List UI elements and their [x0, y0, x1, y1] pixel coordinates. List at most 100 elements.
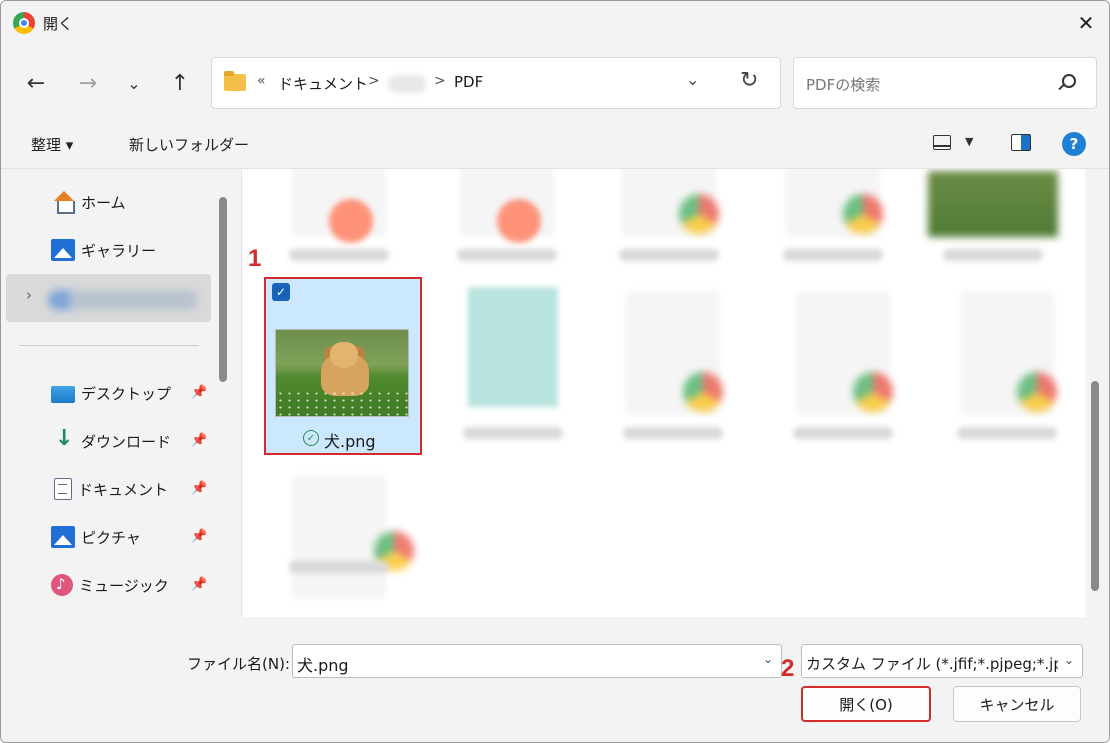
blurred-file-name: [463, 427, 563, 439]
new-folder-button[interactable]: 新しいフォルダー: [129, 134, 249, 155]
filename-input[interactable]: 犬.png ⌄: [292, 644, 782, 678]
breadcrumb-separator[interactable]: >: [368, 73, 380, 89]
pin-icon[interactable]: 📌: [191, 481, 207, 496]
file-thumbnail: [928, 171, 1058, 237]
close-icon: ✕: [1077, 11, 1095, 35]
arrow-up-icon: ↑: [170, 70, 190, 96]
file-thumbnail: [294, 477, 384, 597]
file-tile[interactable]: [594, 169, 744, 275]
sidebar-item-label: ホーム: [81, 193, 126, 212]
sidebar-item-desktop[interactable]: デスクトップ: [51, 378, 171, 408]
blurred-file-name: [783, 249, 883, 261]
help-icon[interactable]: ?: [1062, 132, 1086, 156]
sidebar-item-documents[interactable]: ドキュメント: [51, 474, 168, 504]
file-tile[interactable]: [264, 169, 414, 275]
recent-locations-button[interactable]: ⌄: [117, 67, 151, 99]
sidebar-item-label: デスクトップ: [81, 384, 172, 403]
blurred-file-name: [619, 249, 719, 261]
sidebar-divider: [19, 345, 199, 346]
sidebar-item-label: ミュージック: [79, 576, 169, 595]
file-tile[interactable]: [432, 169, 582, 275]
sidebar-item-onedrive-selected[interactable]: ›: [6, 274, 211, 322]
sidebar-item-gallery[interactable]: ギャラリー: [51, 235, 156, 265]
dog-image-thumbnail: [275, 329, 409, 417]
filetype-value[interactable]: カスタム ファイル (*.jfif;*.pjpeg;*.jpeg;*.pjp;*…: [806, 653, 1058, 674]
filetype-select[interactable]: カスタム ファイル (*.jfif;*.pjpeg;*.jpeg;*.pjp;*…: [801, 644, 1083, 678]
pin-icon[interactable]: 📌: [191, 529, 207, 544]
arrow-left-icon: ←: [26, 70, 46, 96]
chevron-right-icon[interactable]: ›: [26, 286, 32, 304]
refresh-icon[interactable]: ↻: [740, 68, 758, 93]
desktop-icon: [51, 385, 75, 403]
view-dropdown-icon[interactable]: ▼: [965, 135, 973, 148]
forward-button[interactable]: →: [71, 67, 105, 99]
sidebar-item-label: ピクチャ: [81, 528, 141, 547]
pin-icon[interactable]: 📌: [191, 433, 207, 448]
blurred-file-name: [793, 427, 893, 439]
gallery-icon: [51, 239, 75, 261]
step-number-2: 2: [781, 655, 795, 682]
file-tile[interactable]: [598, 277, 748, 453]
dialog-footer: ファイル名(N): 犬.png ⌄ カスタム ファイル (*.jfif;*.pj…: [1, 617, 1109, 742]
view-mode-icon[interactable]: [932, 135, 951, 150]
breadcrumb-overflow[interactable]: «: [257, 73, 266, 89]
file-tile-selected[interactable]: ✓ ✓ 犬.png: [264, 277, 422, 455]
sync-status-icon: ✓: [303, 430, 319, 446]
sidebar-item-label: ダウンロード: [81, 432, 172, 451]
organize-menu[interactable]: 整理 ▾: [31, 134, 73, 155]
breadcrumb-pdf[interactable]: PDF: [454, 73, 483, 91]
step-number-1: 1: [248, 245, 262, 272]
dog-head: [330, 342, 358, 368]
pin-icon[interactable]: 📌: [191, 385, 207, 400]
filename-label: ファイル名(N):: [187, 655, 290, 673]
blurred-account-label: [48, 290, 198, 310]
filename-value[interactable]: 犬.png: [297, 652, 349, 676]
checkbox[interactable]: ✓: [272, 283, 290, 301]
file-tile[interactable]: [918, 169, 1068, 275]
cancel-button[interactable]: キャンセル: [953, 686, 1081, 722]
chrome-icon: [13, 12, 35, 34]
navigation-pane: ホーム ギャラリー › デスクトップ 📌 ダウンロード 📌 ドキュメント 📌: [1, 169, 237, 617]
blurred-file-name: [957, 427, 1057, 439]
breadcrumb-separator[interactable]: >: [434, 73, 446, 89]
chevron-down-icon[interactable]: ⌄: [1064, 653, 1074, 667]
document-icon: [54, 478, 72, 500]
file-tile[interactable]: [768, 277, 918, 453]
command-bar: 整理 ▾ 新しいフォルダー ▼ ?: [1, 121, 1109, 169]
search-placeholder: PDFの検索: [806, 76, 881, 94]
open-button[interactable]: 開く(O): [801, 686, 931, 722]
file-open-dialog: 開く ✕ ← → ⌄ ↑ « ドキュメント > > PDF ⌄ ↻ PDFの検索…: [0, 0, 1110, 743]
chrome-icon: [843, 194, 883, 234]
sidebar-item-music[interactable]: ミュージック: [51, 570, 169, 600]
breadcrumb-documents[interactable]: ドキュメント: [278, 73, 368, 94]
breadcrumb-blurred-folder[interactable]: [388, 75, 426, 93]
address-bar[interactable]: « ドキュメント > > PDF ⌄ ↻: [211, 57, 781, 109]
file-tile[interactable]: [438, 277, 588, 453]
file-list-scrollbar[interactable]: [1091, 381, 1099, 591]
navigation-bar: ← → ⌄ ↑ « ドキュメント > > PDF ⌄ ↻ PDFの検索: [1, 45, 1109, 121]
sidebar-item-pictures[interactable]: ピクチャ: [51, 522, 141, 552]
sidebar-scrollbar[interactable]: [219, 197, 227, 382]
file-tile[interactable]: [758, 169, 908, 275]
pin-icon[interactable]: 📌: [191, 577, 207, 592]
music-icon: [51, 574, 73, 596]
blurred-file-name: [457, 249, 557, 261]
back-button[interactable]: ←: [19, 67, 53, 99]
blurred-file-name: [289, 561, 389, 573]
file-tile[interactable]: [264, 461, 414, 617]
search-box[interactable]: PDFの検索: [793, 57, 1097, 109]
address-dropdown-icon[interactable]: ⌄: [686, 70, 699, 89]
preview-pane-icon[interactable]: [1011, 134, 1031, 151]
sidebar-item-home[interactable]: ホーム: [51, 187, 126, 217]
blurred-file-name: [623, 427, 723, 439]
close-button[interactable]: ✕: [1063, 1, 1109, 45]
file-name: 犬.png: [324, 432, 376, 451]
file-tile[interactable]: [932, 277, 1082, 453]
sidebar-item-downloads[interactable]: ダウンロード: [51, 426, 171, 456]
chrome-icon: [683, 372, 723, 412]
home-icon: [51, 191, 75, 214]
chevron-down-icon[interactable]: ⌄: [763, 652, 773, 666]
up-button[interactable]: ↑: [163, 67, 197, 99]
file-thumbnail: [497, 199, 541, 243]
pictures-icon: [51, 526, 75, 548]
